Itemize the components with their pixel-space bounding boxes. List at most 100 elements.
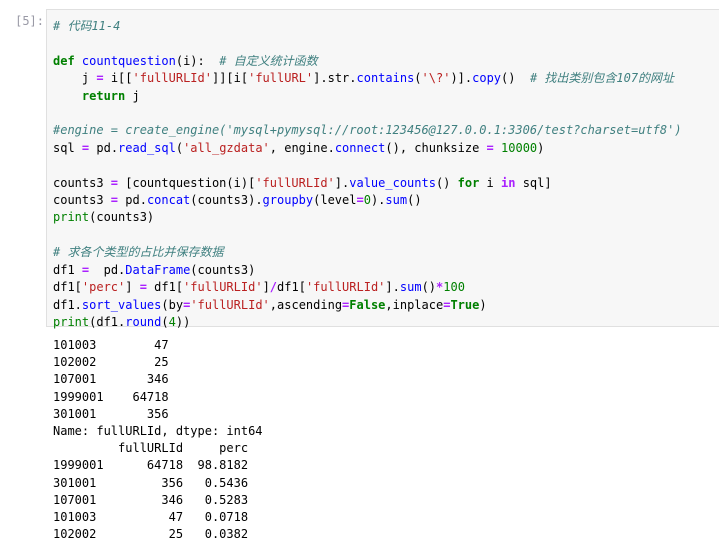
code-token: ].str. bbox=[313, 71, 357, 86]
code-token: pd. bbox=[89, 140, 119, 155]
code-token: (), chunksize bbox=[385, 140, 487, 155]
code-token: (counts3) bbox=[190, 262, 256, 277]
string-literal: '\?' bbox=[421, 71, 451, 86]
code-token: counts3 bbox=[53, 193, 111, 208]
code-token: df1[ bbox=[53, 280, 82, 295]
code-token: pd. bbox=[118, 193, 147, 208]
method-name: round bbox=[125, 314, 162, 329]
output-line: fullURLId perc bbox=[53, 441, 249, 456]
string-literal: 'perc' bbox=[81, 280, 126, 295]
code-token: ) bbox=[479, 297, 487, 312]
code-token: ( bbox=[414, 71, 422, 86]
output-line: 102002 25 bbox=[53, 355, 169, 370]
method-name: sum bbox=[399, 280, 422, 295]
code-comment: #engine = create_engine('mysql+pymysql:/… bbox=[53, 123, 682, 138]
code-comment: # 找出类别包含107的网址 bbox=[529, 71, 675, 86]
code-token: (i): bbox=[175, 53, 220, 68]
code-token: j bbox=[53, 71, 97, 86]
code-token: i bbox=[479, 175, 502, 190]
code-token: ]. bbox=[385, 280, 400, 295]
builtin-name: print bbox=[53, 314, 90, 329]
code-token: ,inplace bbox=[385, 297, 444, 312]
operator: = bbox=[486, 140, 494, 155]
method-name: DataFrame bbox=[125, 262, 191, 277]
output-line: 101003 47 0.0718 bbox=[53, 510, 249, 525]
code-token: [countquestion(i)[ bbox=[118, 175, 256, 190]
code-token: (level bbox=[313, 193, 357, 208]
method-name: connect bbox=[334, 140, 386, 155]
code-token: ( bbox=[175, 140, 184, 155]
output-line: 301001 356 bbox=[53, 406, 169, 421]
number-literal: 4 bbox=[168, 314, 176, 329]
code-token: ,ascending bbox=[269, 297, 343, 312]
code-token: ) bbox=[537, 140, 545, 155]
builtin-name: print bbox=[53, 210, 90, 225]
operator: = bbox=[96, 71, 104, 86]
string-literal: 'fullURLId' bbox=[255, 175, 335, 190]
code-token: , engine. bbox=[269, 140, 335, 155]
code-token: df1[ bbox=[277, 280, 306, 295]
code-token: ]][i[ bbox=[211, 71, 249, 86]
method-name: sort_values bbox=[81, 297, 162, 312]
operator: in bbox=[501, 175, 516, 190]
code-cell-editor[interactable]: # 代码11-4 def countquestion(i): # 自定义统计函数… bbox=[46, 9, 719, 329]
string-literal: 'fullURL' bbox=[248, 71, 314, 86]
method-name: groupby bbox=[262, 193, 314, 208]
code-token: counts3 bbox=[53, 175, 111, 190]
string-literal: 'fullURLId' bbox=[183, 280, 263, 295]
code-token: )]. bbox=[450, 71, 473, 86]
code-token: ( bbox=[161, 314, 169, 329]
output-line: Name: fullURLId, dtype: int64 bbox=[53, 424, 263, 439]
method-name: sum bbox=[385, 193, 408, 208]
code-token: ). bbox=[370, 193, 386, 208]
operator: = bbox=[139, 280, 147, 295]
number-literal: 0 bbox=[363, 193, 371, 208]
output-line: 107001 346 0.5283 bbox=[53, 492, 249, 507]
output-line: 301001 356 0.5436 bbox=[53, 475, 249, 490]
method-name: concat bbox=[146, 193, 191, 208]
code-token: df1[ bbox=[146, 280, 184, 295]
operator: = bbox=[110, 175, 119, 190]
code-token: df1 bbox=[53, 262, 82, 277]
code-token: ] bbox=[262, 280, 270, 295]
output-line: 107001 346 bbox=[53, 372, 169, 387]
cell-prompt: [5]: bbox=[15, 14, 44, 28]
code-comment: # 代码11-4 bbox=[53, 19, 121, 33]
code-token: i[[ bbox=[103, 71, 133, 86]
output-line: 101003 47 bbox=[53, 338, 169, 352]
string-literal: 'fullURLId' bbox=[190, 297, 270, 312]
code-token: () bbox=[501, 71, 530, 86]
keyword: for bbox=[457, 175, 480, 190]
code-token: sql bbox=[53, 140, 82, 155]
output-line: 1999001 64718 bbox=[53, 389, 169, 404]
code-token: (counts3) bbox=[89, 210, 155, 225]
method-name: value_counts bbox=[349, 175, 436, 190]
code-token: )) bbox=[175, 314, 191, 329]
code-token: () bbox=[407, 193, 422, 208]
code-token: sql] bbox=[515, 175, 552, 190]
code-text[interactable]: # 代码11-4 def countquestion(i): # 自定义统计函数… bbox=[53, 18, 682, 331]
number-literal: 10000 bbox=[501, 140, 538, 155]
code-token: () bbox=[421, 280, 437, 295]
code-token: (counts3). bbox=[190, 193, 263, 208]
code-comment: # 求各个类型的占比并保存数据 bbox=[53, 245, 224, 260]
operator: = bbox=[110, 193, 119, 208]
code-token: ] bbox=[125, 280, 140, 295]
code-token: (by bbox=[161, 297, 184, 312]
cell-output: 101003 47 102002 25 107001 346 1999001 6… bbox=[53, 337, 263, 543]
function-name: countquestion bbox=[81, 53, 176, 68]
keyword: True bbox=[450, 297, 480, 312]
keyword: def bbox=[53, 53, 75, 68]
code-comment: # 自定义统计函数 bbox=[219, 53, 318, 68]
code-token: ]. bbox=[334, 175, 350, 190]
code-token: () bbox=[435, 175, 458, 190]
code-token: pd. bbox=[89, 262, 126, 277]
method-name: copy bbox=[472, 71, 502, 86]
code-token: j bbox=[125, 88, 140, 103]
string-literal: 'all_gzdata' bbox=[183, 140, 270, 155]
output-line: 1999001 64718 98.8182 bbox=[53, 458, 249, 473]
method-name: read_sql bbox=[118, 140, 176, 155]
code-token: (df1. bbox=[89, 314, 126, 329]
